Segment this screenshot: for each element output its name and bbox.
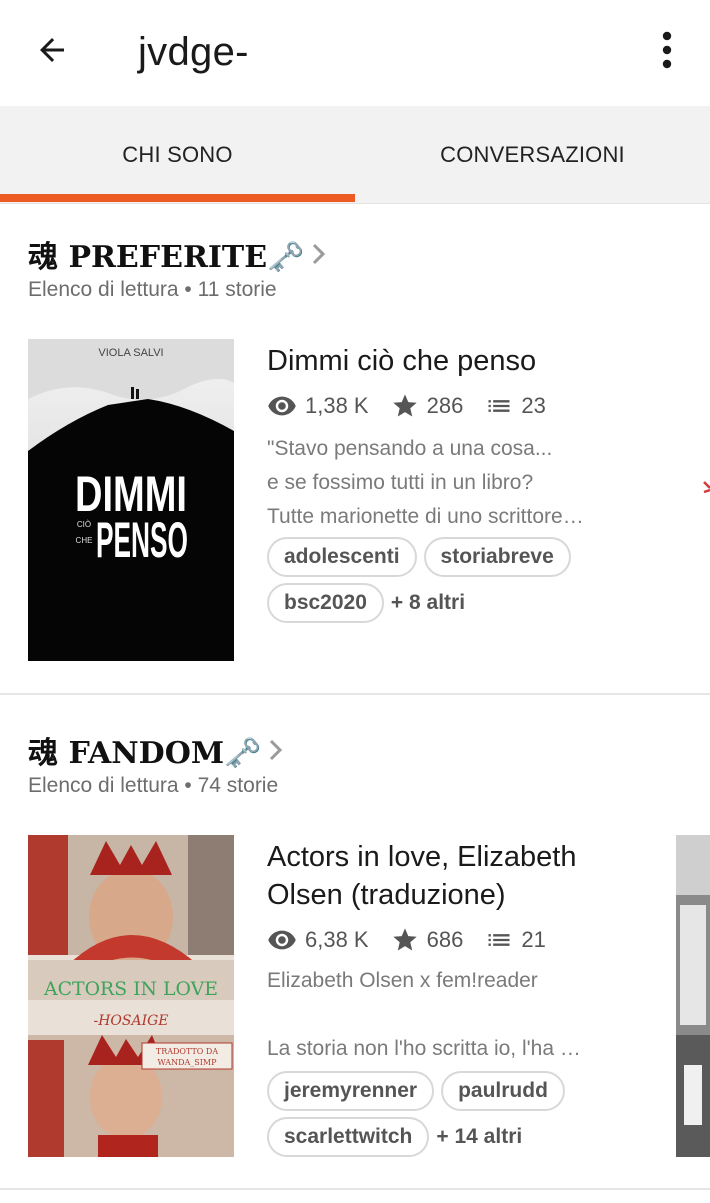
section-divider (0, 693, 710, 695)
reads-count: 1,38 K (305, 393, 369, 418)
reading-list-meta: Elenco di lettura • 74 storie (28, 774, 279, 797)
chevron-right-icon (310, 241, 328, 267)
parts-count: 21 (521, 927, 546, 952)
next-story-peek[interactable] (676, 835, 710, 1157)
parts-stat: 21 (485, 926, 546, 954)
list-icon (488, 934, 510, 946)
eye-icon (268, 930, 296, 950)
description-line: e se fossimo tutti in un libro? (267, 471, 534, 494)
next-story-peek[interactable] (700, 478, 710, 502)
parts-stat: 23 (485, 392, 546, 420)
tag-chip[interactable]: jeremyrenner (267, 1071, 435, 1111)
story-tags: jeremyrenner paulrudd scarlettwitch + 14… (267, 1071, 697, 1163)
tab-conversazioni[interactable]: CONVERSAZIONI (355, 106, 710, 204)
tag-chip[interactable]: bsc2020 (267, 583, 384, 623)
active-tab-indicator (0, 194, 355, 202)
more-vertical-icon (662, 31, 672, 69)
votes-count: 686 (426, 927, 464, 952)
eye-icon (268, 396, 296, 416)
story-stats: 6,38 K 686 21 (267, 925, 568, 955)
cover-title-line2: PENSO (96, 512, 188, 568)
star-icon (392, 928, 417, 951)
description-line: La storia non l'ho scritta io, l'ha … (267, 1037, 581, 1060)
tag-chip[interactable]: adolescenti (267, 537, 417, 577)
more-tags-label[interactable]: + 8 altri (391, 583, 465, 623)
reading-list-title: 魂 PREFERITE🗝️ (28, 240, 305, 275)
description-line: "Stavo pensando a una cosa... (267, 437, 553, 460)
description-line (267, 998, 639, 1032)
reading-list-header-preferite[interactable]: 魂 PREFERITE🗝️ (28, 232, 328, 276)
list-icon (488, 400, 510, 412)
story-stats: 1,38 K 286 23 (267, 391, 568, 421)
tab-chi-sono[interactable]: CHI SONO (0, 106, 355, 204)
story-description: "Stavo pensando a una cosa... e se fossi… (267, 432, 639, 534)
description-line: Tutte marionette di uno scrittore… (267, 505, 584, 528)
more-tags-label[interactable]: + 14 altri (436, 1117, 522, 1157)
cover-credit-1: TRADOTTO DA (156, 1047, 218, 1056)
story-title[interactable]: Dimmi ciò che penso (267, 342, 657, 380)
story-tags: adolescenti storiabreve bsc2020 + 8 altr… (267, 537, 697, 629)
reading-list-meta: Elenco di lettura • 11 storie (28, 278, 277, 301)
votes-count: 286 (426, 393, 464, 418)
reads-stat: 6,38 K (267, 925, 369, 955)
cover-small-2: CHE (76, 536, 93, 545)
story-description: Elizabeth Olsen x fem!reader La storia n… (267, 964, 639, 1066)
parts-count: 23 (521, 393, 546, 418)
cover-title: ACTORS IN LOVE (43, 978, 218, 1000)
arrow-left-icon (40, 38, 64, 62)
tag-chip[interactable]: storiabreve (423, 537, 571, 577)
cover-small-1: CIÒ (77, 520, 91, 529)
tag-chip[interactable]: scarlettwitch (267, 1117, 430, 1157)
chevron-right-icon (267, 737, 285, 763)
back-button[interactable] (28, 26, 76, 74)
reads-stat: 1,38 K (267, 391, 369, 421)
votes-stat: 686 (391, 926, 464, 954)
star-icon (392, 394, 417, 417)
story-cover[interactable]: VIOLA SALVI DIMMI CIÒ CHE PENSO (28, 339, 234, 661)
section-divider (0, 1188, 710, 1190)
reading-list-header-fandom[interactable]: 魂 FANDOM🗝️ (28, 728, 285, 772)
votes-stat: 286 (391, 392, 464, 420)
page-title: jvdge- (138, 30, 249, 74)
story-title[interactable]: Actors in love, Elizabeth Olsen (traduzi… (267, 838, 657, 914)
top-bar: jvdge- (0, 0, 710, 106)
cover-author: -HOSAIGE (93, 1013, 168, 1029)
more-options-button[interactable] (646, 26, 688, 74)
reads-count: 6,38 K (305, 927, 369, 952)
description-line: Elizabeth Olsen x fem!reader (267, 969, 538, 992)
reading-list-title: 魂 FANDOM🗝️ (28, 736, 262, 771)
tag-chip[interactable]: paulrudd (441, 1071, 565, 1111)
story-cover[interactable]: ACTORS IN LOVE -HOSAIGE TRADOTTO DA WAND… (28, 835, 234, 1157)
tab-bar: CHI SONO CONVERSAZIONI (0, 106, 710, 204)
cover-credit-2: WANDA_SIMP (157, 1058, 217, 1067)
cover-author: VIOLA SALVI (98, 347, 163, 359)
